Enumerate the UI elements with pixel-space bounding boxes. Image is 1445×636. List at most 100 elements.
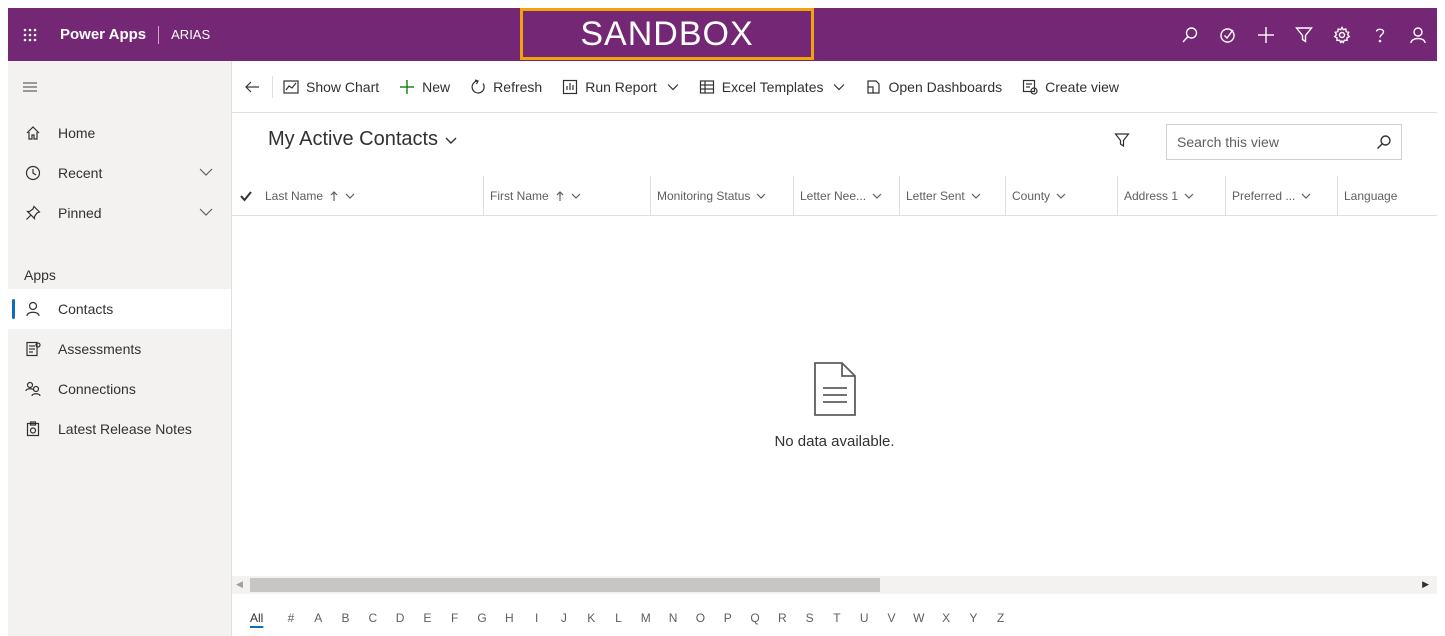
column-label: Last Name — [265, 188, 324, 203]
jump-letter-h[interactable]: H — [496, 611, 523, 625]
select-all-checkbox[interactable] — [232, 176, 259, 215]
jump-letter-t[interactable]: T — [823, 611, 850, 625]
horizontal-scrollbar[interactable]: ◀ ▶ — [232, 576, 1437, 594]
new-button[interactable]: New — [389, 61, 460, 113]
group-label-apps: Apps — [24, 267, 56, 283]
jump-bar: All # A B C D E F G H I J K L M N O P Q R S T U V W X Y Z — [232, 600, 1437, 636]
dashboard-icon — [867, 79, 881, 94]
task-icon[interactable] — [1209, 8, 1247, 61]
filter-icon[interactable] — [1114, 132, 1134, 152]
grid-header: Last Name First Name Monitoring Status L… — [232, 176, 1437, 216]
environment-name[interactable]: ARIAS — [171, 27, 210, 42]
app-launcher-icon[interactable] — [8, 8, 52, 61]
app-name[interactable]: Power Apps — [60, 26, 146, 43]
jump-letter-hash[interactable]: # — [277, 611, 304, 625]
sidebar-item-assessments[interactable]: Assessments — [8, 329, 231, 369]
refresh-button[interactable]: Refresh — [460, 61, 552, 113]
jump-letter-o[interactable]: O — [687, 611, 714, 625]
assessment-icon — [24, 340, 42, 358]
jump-letter-r[interactable]: R — [769, 611, 796, 625]
excel-templates-button[interactable]: Excel Templates — [689, 61, 856, 113]
refresh-icon — [471, 78, 485, 94]
sidebar-item-latest-release-notes[interactable]: Latest Release Notes — [8, 409, 231, 449]
chevron-down-icon — [1184, 191, 1194, 201]
person-icon — [24, 300, 42, 318]
jump-letter-f[interactable]: F — [441, 611, 468, 625]
sidebar-item-recent[interactable]: Recent — [8, 153, 231, 193]
sidebar-item-label: Connections — [58, 381, 136, 397]
jump-letter-i[interactable]: I — [523, 611, 550, 625]
column-header-preferred[interactable]: Preferred ... — [1225, 176, 1337, 215]
jump-letter-b[interactable]: B — [332, 611, 359, 625]
jump-letter-c[interactable]: C — [359, 611, 386, 625]
column-header-county[interactable]: County — [1005, 176, 1117, 215]
sidebar-item-connections[interactable]: Connections — [8, 369, 231, 409]
jump-letter-d[interactable]: D — [386, 611, 413, 625]
jump-letter-y[interactable]: Y — [960, 611, 987, 625]
jump-letter-q[interactable]: Q — [741, 611, 768, 625]
jump-letter-s[interactable]: S — [796, 611, 823, 625]
jump-letter-u[interactable]: U — [851, 611, 878, 625]
scroll-right-icon[interactable]: ▶ — [1422, 579, 1429, 590]
sidebar-item-label: Latest Release Notes — [58, 421, 192, 437]
column-label: Preferred ... — [1232, 188, 1296, 203]
sidebar-item-label: Contacts — [58, 301, 114, 317]
search-input[interactable] — [1167, 125, 1367, 159]
column-header-language[interactable]: Language — [1337, 176, 1437, 215]
connections-icon — [24, 380, 42, 398]
back-button[interactable] — [232, 61, 272, 113]
column-header-first-name[interactable]: First Name — [483, 176, 650, 215]
jump-letter-l[interactable]: L — [605, 611, 632, 625]
jump-letter-n[interactable]: N — [659, 611, 686, 625]
sidebar-item-home[interactable]: Home — [8, 113, 231, 153]
view-selector[interactable]: My Active Contacts — [268, 128, 458, 151]
chevron-down-icon[interactable] — [199, 165, 213, 182]
jump-letter-e[interactable]: E — [414, 611, 441, 625]
jump-letter-x[interactable]: X — [932, 611, 959, 625]
jump-letter-j[interactable]: J — [550, 611, 577, 625]
excel-icon — [699, 79, 714, 94]
column-header-monitoring-status[interactable]: Monitoring Status — [650, 176, 793, 215]
column-header-address-1[interactable]: Address 1 — [1117, 176, 1225, 215]
chevron-down-icon — [756, 191, 766, 201]
plus-icon — [400, 79, 415, 94]
jump-letter-p[interactable]: P — [714, 611, 741, 625]
column-header-last-name[interactable]: Last Name — [259, 176, 483, 215]
sidebar: Home Recent Pinned Apps Contacts Assessm… — [8, 61, 232, 636]
chevron-down-icon[interactable] — [199, 205, 213, 222]
hamburger-menu-icon[interactable] — [8, 61, 231, 113]
home-icon — [24, 124, 42, 142]
search-icon[interactable] — [1367, 125, 1401, 159]
settings-icon[interactable] — [1323, 8, 1361, 61]
jump-letter-all[interactable]: All — [250, 611, 277, 625]
help-icon[interactable] — [1361, 8, 1399, 61]
filter-icon[interactable] — [1285, 8, 1323, 61]
column-label: Monitoring Status — [657, 188, 751, 203]
run-report-button[interactable]: Run Report — [552, 61, 689, 113]
sidebar-item-contacts[interactable]: Contacts — [8, 289, 231, 329]
plus-icon[interactable] — [1247, 8, 1285, 61]
create-view-button[interactable]: Create view — [1012, 61, 1129, 113]
jump-letter-z[interactable]: Z — [987, 611, 1014, 625]
jump-letter-k[interactable]: K — [578, 611, 605, 625]
jump-letter-m[interactable]: M — [632, 611, 659, 625]
jump-letter-a[interactable]: A — [305, 611, 332, 625]
search-icon[interactable] — [1171, 8, 1209, 61]
sidebar-item-pinned[interactable]: Pinned — [8, 193, 231, 233]
sort-ascending-icon — [329, 190, 339, 201]
show-chart-button[interactable]: Show Chart — [273, 61, 389, 113]
column-label: First Name — [490, 188, 549, 203]
scrollbar-thumb[interactable] — [250, 578, 880, 592]
jump-letter-g[interactable]: G — [468, 611, 495, 625]
chevron-down-icon — [1056, 191, 1066, 201]
user-icon[interactable] — [1399, 8, 1437, 61]
open-dashboards-button[interactable]: Open Dashboards — [855, 61, 1012, 113]
column-header-letter-sent[interactable]: Letter Sent — [899, 176, 1005, 215]
jump-letter-v[interactable]: V — [878, 611, 905, 625]
chevron-down-icon — [345, 191, 355, 201]
jump-letter-w[interactable]: W — [905, 611, 932, 625]
sort-ascending-icon — [555, 190, 565, 201]
command-bar: Show Chart New Refresh Run Report Excel … — [232, 61, 1437, 113]
scroll-left-icon[interactable]: ◀ — [236, 579, 243, 590]
column-header-letter-needed[interactable]: Letter Nee... — [793, 176, 899, 215]
